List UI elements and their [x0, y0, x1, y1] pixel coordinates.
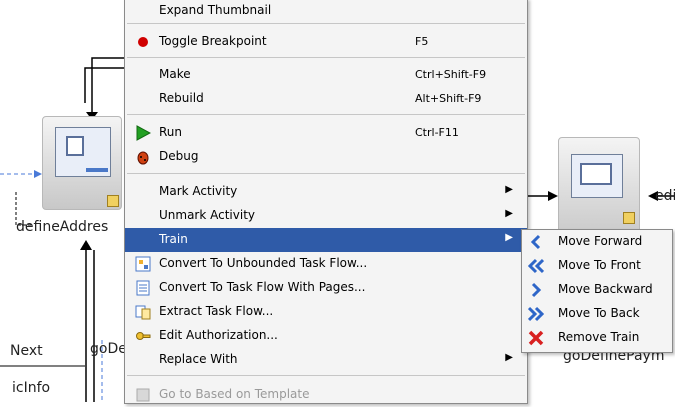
node-badge-icon — [623, 212, 635, 224]
menu-separator — [127, 57, 525, 58]
extract-icon — [135, 304, 151, 320]
move-to-front-icon — [527, 258, 545, 274]
move-backward-icon — [528, 282, 544, 298]
debug-bug-icon — [135, 149, 151, 165]
edge-label-next: Next — [10, 343, 43, 359]
template-icon — [135, 387, 151, 403]
menu-item-convert-pages[interactable]: Convert To Task Flow With Pages... — [125, 276, 527, 300]
submenu-arrow-icon: ▶ — [505, 208, 513, 219]
menu-item-mark-activity[interactable]: Mark Activity ▶ — [125, 180, 527, 204]
task-flow-icon — [135, 256, 151, 272]
node-badge-icon — [107, 195, 119, 207]
menu-item-replace-with[interactable]: Replace With ▶ — [125, 348, 527, 372]
run-triangle-icon — [135, 125, 152, 141]
move-to-back-icon — [527, 306, 545, 322]
pages-icon — [135, 280, 151, 296]
menu-item-edit-authorization[interactable]: Edit Authorization... — [125, 324, 527, 348]
menu-separator — [127, 114, 525, 115]
menu-item-go-to-template[interactable]: Go to Based on Template — [125, 383, 527, 407]
remove-x-icon — [528, 330, 544, 346]
submenu-item-remove-train[interactable]: Remove Train — [522, 326, 672, 350]
menu-item-extract-task-flow[interactable]: Extract Task Flow... — [125, 300, 527, 324]
menu-item-run[interactable]: Run Ctrl-F11 — [125, 121, 527, 145]
menu-separator — [127, 173, 525, 174]
left-activity-node[interactable] — [42, 116, 122, 210]
submenu-item-move-to-front[interactable]: Move To Front — [522, 254, 672, 278]
key-icon — [135, 328, 151, 344]
menu-item-make[interactable]: Make Ctrl+Shift-F9 — [125, 63, 527, 87]
edge-label-edi: edi — [655, 188, 675, 204]
activity-view-icon — [571, 154, 623, 198]
menu-item-debug[interactable]: Debug — [125, 145, 527, 169]
submenu-arrow-icon: ▶ — [505, 184, 513, 195]
menu-item-convert-unbounded[interactable]: Convert To Unbounded Task Flow... — [125, 252, 527, 276]
right-activity-node[interactable] — [558, 137, 640, 241]
menu-item-train[interactable]: Train ▶ — [125, 228, 527, 252]
activity-view-icon — [55, 127, 111, 177]
context-menu: Expand Thumbnail Toggle Breakpoint F5 Ma… — [124, 0, 528, 404]
submenu-arrow-icon: ▶ — [505, 352, 513, 363]
submenu-item-move-forward[interactable]: Move Forward — [522, 230, 672, 254]
edge-label-gode: goDe — [90, 341, 127, 357]
left-node-label: defineAddres — [16, 219, 109, 235]
breakpoint-dot-icon — [135, 34, 151, 50]
menu-item-expand-thumbnail[interactable]: Expand Thumbnail — [125, 0, 527, 23]
train-submenu: Move Forward Move To Front Move Backward… — [521, 229, 673, 353]
menu-separator — [127, 375, 525, 376]
menu-item-rebuild[interactable]: Rebuild Alt+Shift-F9 — [125, 87, 527, 111]
submenu-item-move-to-back[interactable]: Move To Back — [522, 302, 672, 326]
menu-item-unmark-activity[interactable]: Unmark Activity ▶ — [125, 204, 527, 228]
edge-label-icinfo: icInfo — [12, 380, 51, 396]
menu-item-toggle-breakpoint[interactable]: Toggle Breakpoint F5 — [125, 30, 527, 54]
submenu-item-move-backward[interactable]: Move Backward — [522, 278, 672, 302]
submenu-arrow-icon: ▶ — [505, 232, 513, 243]
menu-separator — [127, 23, 525, 24]
move-forward-icon — [528, 234, 544, 250]
